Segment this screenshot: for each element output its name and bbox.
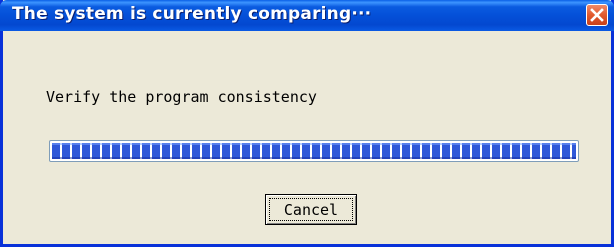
title-bar[interactable]: The system is currently comparing··· xyxy=(0,0,614,31)
status-message: Verify the program consistency xyxy=(46,88,317,106)
progress-fill xyxy=(52,143,576,159)
dialog-title: The system is currently comparing··· xyxy=(12,4,372,24)
close-icon xyxy=(590,8,604,22)
cancel-button-label: Cancel xyxy=(283,200,339,219)
close-button[interactable] xyxy=(586,4,608,26)
comparing-dialog: The system is currently comparing··· Ver… xyxy=(0,0,614,247)
progress-bar xyxy=(49,140,579,162)
cancel-button[interactable]: Cancel xyxy=(265,194,357,225)
